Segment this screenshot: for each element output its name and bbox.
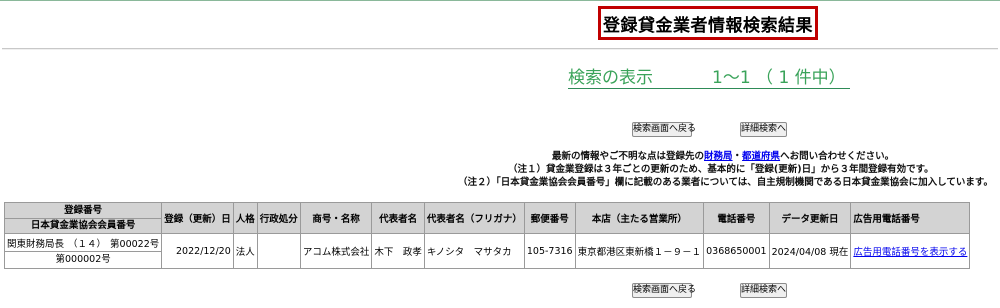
header-postal: 郵便番号 — [523, 202, 576, 234]
notice-separator: ・ — [732, 151, 743, 162]
notice-text-pre: 最新の情報やご不明な点は登録先の — [552, 151, 705, 162]
header-admin: 行政処分 — [256, 202, 301, 234]
cell-updated: 2024/04/08 現在 — [768, 233, 852, 269]
financial-bureau-link[interactable]: 財務局 — [704, 151, 733, 162]
detailed-search-button-bottom[interactable]: 詳細検索へ — [740, 283, 787, 298]
detailed-search-button[interactable]: 詳細検索へ — [740, 122, 787, 137]
cell-name: アコム株式会社 — [299, 233, 373, 269]
page-title: 登録貸金業者情報検索結果 — [598, 6, 818, 40]
cell-admin — [256, 233, 301, 269]
header-reg-date: 登録（更新）日 — [161, 202, 234, 234]
cell-reg-no: 関東財務局長 （１４） 第00022号 第000002号 — [3, 233, 163, 269]
back-to-search-button[interactable]: 検索画面へ戻る — [632, 122, 696, 137]
back-to-search-button-bottom[interactable]: 検索画面へ戻る — [632, 283, 696, 298]
results-table: 登録番号 日本貸金業協会会員番号 登録（更新）日 人格 行政処分 商号・名称 代… — [3, 202, 971, 269]
cell-address: 東京都港区東新橋１－９－１ — [574, 233, 705, 269]
reg-no-line: 関東財務局長 （１４） 第00022号 — [5, 235, 161, 251]
header-entity: 人格 — [232, 202, 258, 234]
notice-line-3: （注２）「日本貸金業協会会員番号」欄に記載のある業者については、自主規制機関であ… — [458, 177, 993, 188]
reg-renewals: （１４） — [68, 238, 107, 250]
result-count: 検索の表示 1～1 （ 1 件中） — [568, 68, 850, 89]
notice-line-2: （注１）貸金業登録は３年ごとの更新のため、基本的に「登録(更新)日」から３年間登… — [508, 164, 934, 175]
header-ad-phone: 広告用電話番号 — [850, 202, 971, 234]
header-reg-no-label: 登録番号 — [64, 204, 103, 216]
result-count-range: 1～1 （ 1 件中） — [712, 68, 846, 88]
header-row: 登録番号 日本貸金業協会会員番号 登録（更新）日 人格 行政処分 商号・名称 代… — [3, 202, 971, 234]
cell-postal: 105-7316 — [523, 233, 576, 269]
show-ad-phone-link[interactable]: 広告用電話番号を表示する — [853, 247, 967, 258]
prefecture-link[interactable]: 都道府県 — [742, 151, 780, 162]
top-border — [0, 0, 1000, 1]
header-name: 商号・名称 — [299, 202, 373, 234]
header-rep-kana: 代表者名（フリガナ） — [423, 202, 525, 234]
result-count-label: 検索の表示 — [568, 68, 653, 88]
cell-rep-kana: キノシタ マサタカ — [423, 233, 525, 269]
reg-number: 第00022号 — [110, 238, 160, 250]
cell-reg-date: 2022/12/20 — [161, 233, 234, 269]
notice-line-1: 最新の情報やご不明な点は登録先の財務局・都道府県へお問い合わせください。 — [552, 150, 894, 163]
header-reg-no: 登録番号 日本貸金業協会会員番号 — [3, 202, 163, 234]
cell-rep: 木下 政孝 — [371, 233, 425, 269]
notice-text-post: へお問い合わせください。 — [780, 151, 895, 162]
assoc-number: 第000002号 — [5, 250, 162, 268]
header-assoc-no-label: 日本貸金業協会会員番号 — [5, 217, 162, 233]
table-row: 関東財務局長 （１４） 第00022号 第000002号 2022/12/20 … — [3, 233, 971, 269]
cell-ad-phone: 広告用電話番号を表示する — [850, 233, 971, 269]
header-updated: データ更新日 — [768, 202, 852, 234]
header-rep: 代表者名 — [371, 202, 425, 234]
divider — [2, 48, 998, 50]
cell-entity: 法人 — [232, 233, 258, 269]
cell-phone: 0368650001 — [703, 233, 770, 269]
reg-bureau: 関東財務局長 — [7, 238, 65, 250]
header-address: 本店（主たる営業所） — [574, 202, 705, 234]
header-phone: 電話番号 — [703, 202, 770, 234]
